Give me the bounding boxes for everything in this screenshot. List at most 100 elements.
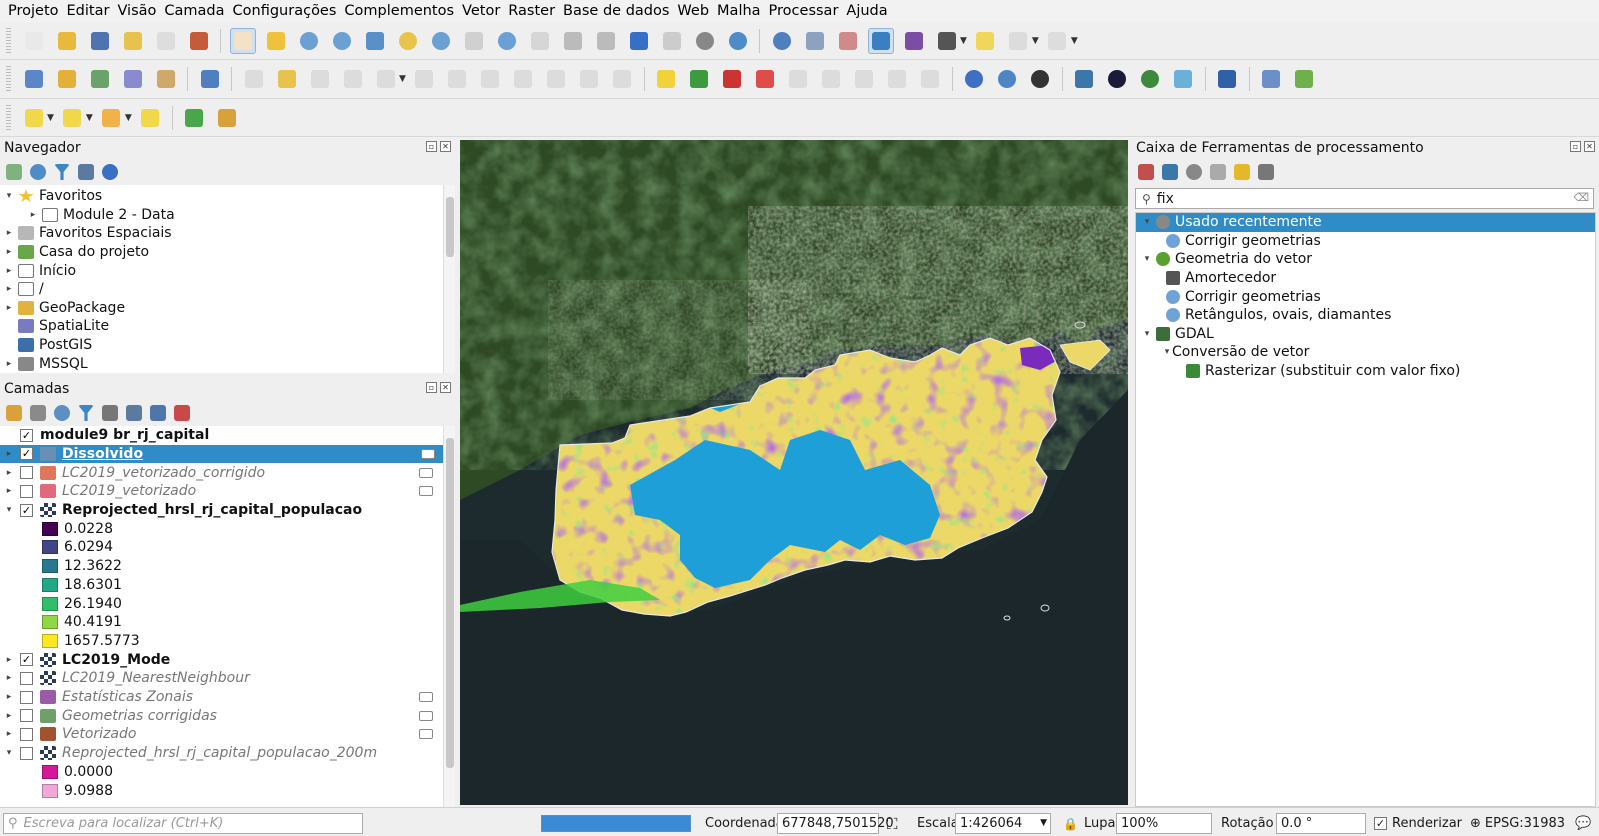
menu-8[interactable]: Base de dados <box>559 0 673 22</box>
layer-visibility-checkbox[interactable]: ✓ <box>20 503 33 517</box>
zoom-next-icon[interactable] <box>527 28 553 54</box>
new-project-icon[interactable] <box>21 28 47 54</box>
menu-12[interactable]: Ajuda <box>842 0 891 22</box>
navigator-item[interactable]: ▸ GeoPackage <box>4 299 125 318</box>
menu-3[interactable]: Camada <box>160 0 228 22</box>
layer-visibility-checkbox[interactable] <box>20 690 33 704</box>
chevron-down-icon[interactable]: ▼ <box>399 74 406 84</box>
chevron-down-icon[interactable]: ▾ <box>1142 254 1152 264</box>
undo-icon[interactable] <box>576 66 602 92</box>
remove-layer-icon[interactable] <box>174 405 190 421</box>
add-feature-icon[interactable] <box>340 66 366 92</box>
identify-icon[interactable] <box>769 28 795 54</box>
chevron-right-icon[interactable]: ▸ <box>4 673 14 683</box>
wcs-icon[interactable] <box>1027 66 1053 92</box>
float-icon[interactable]: ▫ <box>426 382 437 393</box>
save-as-icon[interactable] <box>120 28 146 54</box>
menu-6[interactable]: Vetor <box>458 0 504 22</box>
attribute-table-icon[interactable] <box>802 28 828 54</box>
wfs-icon[interactable] <box>994 66 1020 92</box>
label-edit-icon[interactable] <box>917 66 943 92</box>
temporary-layer-indicator-icon[interactable] <box>419 710 433 721</box>
python-icon[interactable] <box>1162 164 1178 180</box>
new-geopackage-icon[interactable] <box>54 66 80 92</box>
vertex-tool-icon[interactable] <box>373 66 399 92</box>
new-temp-layer-icon[interactable] <box>153 66 179 92</box>
add-group-icon[interactable] <box>30 405 46 421</box>
field-calc-icon[interactable] <box>835 28 861 54</box>
layer-visibility-checkbox[interactable] <box>20 484 33 498</box>
toggle-editing-icon[interactable] <box>274 66 300 92</box>
temporary-layer-indicator-icon[interactable] <box>419 729 433 740</box>
menu-9[interactable]: Web <box>673 0 713 22</box>
toolbox-item[interactable]: ▾ Usado recentemente <box>1136 213 1595 232</box>
layer-visibility-checkbox[interactable] <box>20 466 33 480</box>
zoom-in-icon[interactable] <box>296 28 322 54</box>
layer-item[interactable]: ✓ module9 br_rj_capital <box>0 426 443 445</box>
label-pin-icon[interactable] <box>719 66 745 92</box>
new-shapefile-icon[interactable] <box>87 66 113 92</box>
data-source-manager-icon[interactable] <box>21 66 47 92</box>
pan-icon[interactable] <box>229 27 256 54</box>
menu-2[interactable]: Visão <box>113 0 160 22</box>
map-tips-icon[interactable] <box>972 28 998 54</box>
layer-item[interactable]: ▸ Vetorizado <box>0 725 443 744</box>
layers-scrollbar[interactable] <box>443 426 455 807</box>
chevron-down-icon[interactable]: ▼ <box>960 36 967 46</box>
layer-visibility-checkbox[interactable] <box>20 709 33 723</box>
menu-11[interactable]: Processar <box>765 0 843 22</box>
navigator-scrollbar[interactable] <box>443 185 455 373</box>
options-icon[interactable] <box>1258 164 1274 180</box>
chevron-right-icon[interactable]: ▸ <box>4 468 14 478</box>
navigator-item[interactable]: SpatiaLite <box>4 317 109 336</box>
chevron-down-icon[interactable]: ▾ <box>1162 347 1172 357</box>
crs-button[interactable]: ⊕ EPSG:31983 <box>1470 813 1565 834</box>
label-move-icon[interactable] <box>785 66 811 92</box>
filter-icon[interactable] <box>54 164 70 180</box>
toolbox-item[interactable]: Amortecedor <box>1136 269 1595 288</box>
visibility-icon[interactable] <box>54 405 70 421</box>
chevron-right-icon[interactable]: ▸ <box>4 449 14 459</box>
locator-icon[interactable] <box>181 105 207 131</box>
layer-item[interactable]: ▸ ✓ Dissolvido <box>0 444 443 464</box>
close-icon[interactable]: ✕ <box>440 382 451 393</box>
rotation-field[interactable]: 0.0 ° <box>1276 813 1366 834</box>
navigator-item[interactable]: ▾ Favoritos <box>4 187 102 206</box>
navigator-item[interactable]: ▸ Casa do projeto <box>4 243 149 262</box>
qgis-plugin-icon[interactable] <box>1137 66 1163 92</box>
float-icon[interactable]: ▫ <box>1570 141 1581 152</box>
navigator-item[interactable]: ▸ MSSQL <box>4 354 88 373</box>
open-project-icon[interactable] <box>54 28 80 54</box>
help-icon[interactable] <box>1214 66 1240 92</box>
menu-1[interactable]: Editar <box>63 0 114 22</box>
chevron-right-icon[interactable]: ▸ <box>4 303 14 313</box>
label-rotate-icon[interactable] <box>818 66 844 92</box>
layer-visibility-checkbox[interactable]: ✓ <box>20 447 33 461</box>
zoom-native-icon[interactable] <box>461 28 487 54</box>
layer-item[interactable]: ▸ Geometrias corrigidas <box>0 707 443 726</box>
temporary-layer-indicator-icon[interactable] <box>419 692 433 703</box>
toolbox-item[interactable]: Retângulos, ovais, diamantes <box>1136 306 1595 325</box>
print-layout-icon[interactable] <box>153 28 179 54</box>
results-icon[interactable] <box>1210 164 1226 180</box>
chevron-right-icon[interactable]: ▸ <box>4 711 14 721</box>
expand-all-icon[interactable] <box>126 405 142 421</box>
toolbox-item[interactable]: Corrigir geometrias <box>1136 232 1595 251</box>
toolbox-item[interactable]: ▾ Conversão de vetor <box>1136 343 1595 362</box>
layer-visibility-checkbox[interactable] <box>20 671 33 685</box>
chevron-down-icon[interactable]: ▼ <box>86 113 93 123</box>
chevron-right-icon[interactable]: ▸ <box>4 655 14 665</box>
layer-visibility-checkbox[interactable] <box>20 727 33 741</box>
chevron-right-icon[interactable]: ▸ <box>4 284 14 294</box>
chevron-right-icon[interactable]: ▸ <box>4 266 14 276</box>
plugin-reload-icon[interactable] <box>1291 66 1317 92</box>
chevron-down-icon[interactable]: ▼ <box>47 113 54 123</box>
messages-icon[interactable]: 💬 <box>1575 813 1591 834</box>
edit-features-icon[interactable] <box>1234 164 1250 180</box>
close-icon[interactable]: ✕ <box>1584 141 1595 152</box>
navigator-item[interactable]: ▸ / <box>4 280 44 299</box>
georeferencer-icon[interactable] <box>1170 66 1196 92</box>
layer-item[interactable]: ▸ LC2019_NearestNeighbour <box>0 669 443 688</box>
float-icon[interactable]: ▫ <box>426 141 437 152</box>
layer-item[interactable]: ▾ ✓ Reprojected_hrsl_rj_capital_populacao <box>0 501 443 520</box>
